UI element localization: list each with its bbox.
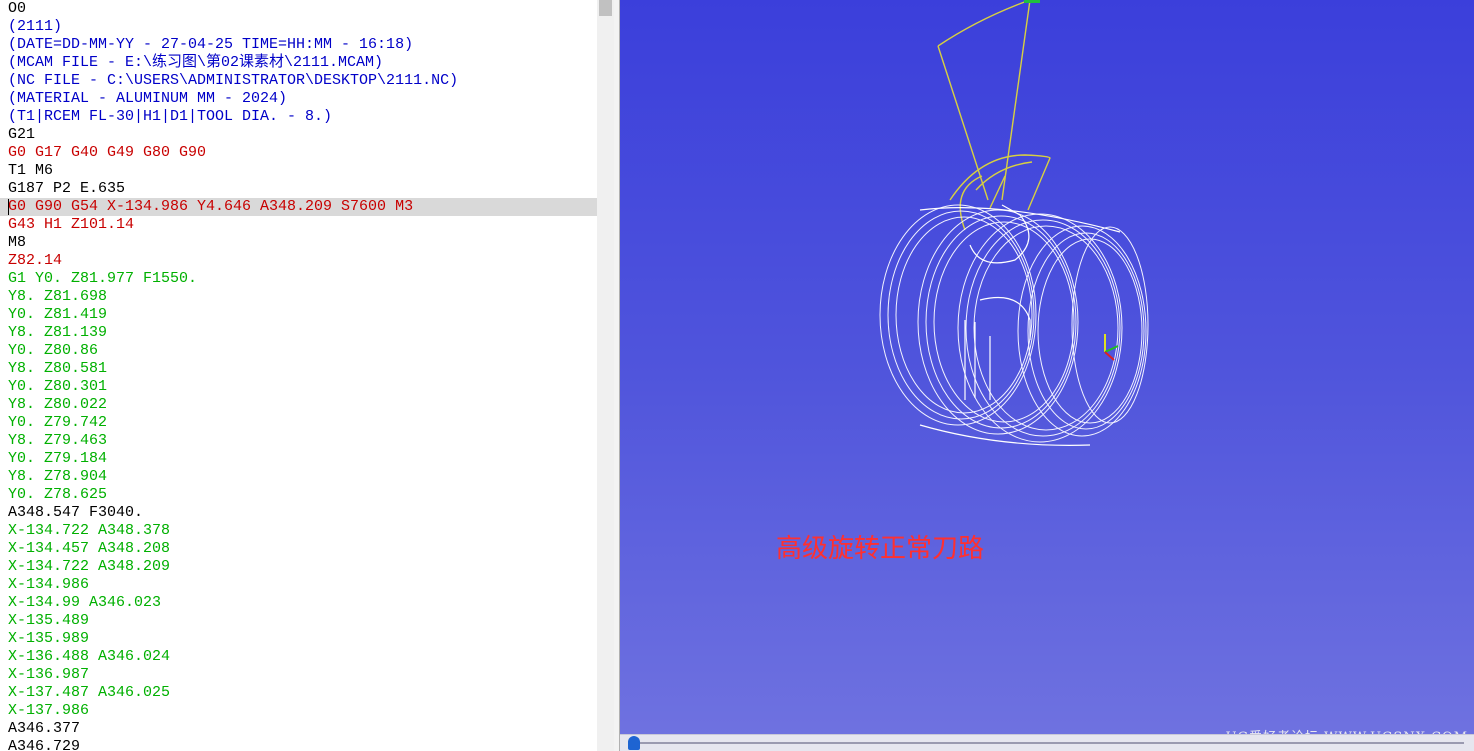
code-line[interactable]: X-136.987 [0, 666, 597, 684]
simulation-progress-slider[interactable] [620, 734, 1474, 751]
code-line[interactable]: G21 [0, 126, 597, 144]
code-line[interactable]: A346.729 [0, 738, 597, 751]
simulation-viewport[interactable]: 高级旋转正常刀路 UG爱好者论坛 WWW.UGSNX.COM [620, 0, 1474, 751]
code-line[interactable]: Y8. Z78.904 [0, 468, 597, 486]
code-line[interactable]: (T1|RCEM FL-30|H1|D1|TOOL DIA. - 8.) [0, 108, 597, 126]
toolpath-caption: 高级旋转正常刀路 [776, 534, 985, 564]
code-line-text: Y8. Z79.463 [8, 432, 108, 449]
editor-vertical-scrollbar[interactable] [597, 0, 614, 751]
code-line-text: O0 [8, 0, 27, 17]
code-line[interactable]: X-137.986 [0, 702, 597, 720]
code-line[interactable]: Y0. Z80.301 [0, 378, 597, 396]
code-line[interactable]: Y0. Z79.184 [0, 450, 597, 468]
code-line[interactable]: Y8. Z81.139 [0, 324, 597, 342]
code-line[interactable]: X-134.986 [0, 576, 597, 594]
code-line-text: M8 [8, 234, 27, 251]
toolpath-rings [879, 204, 1149, 443]
code-line-text: Y8. Z81.139 [8, 324, 108, 341]
toolpath-scene [879, 0, 1149, 446]
code-line-text: (T1|RCEM FL-30|H1|D1|TOOL DIA. - 8.) [8, 108, 333, 125]
tool-tip-marker [1024, 0, 1040, 3]
code-line[interactable]: X-137.487 A346.025 [0, 684, 597, 702]
code-line-text: A348.547 F3040. [8, 504, 144, 521]
code-line-text: Y0. Z80.86 [8, 342, 99, 359]
tool-holder-wireframe [937, 0, 1051, 231]
code-line-text: G0 G90 G54 X-134.986 Y4.646 A348.209 S76… [8, 198, 414, 215]
code-line-text: Y8. Z80.581 [8, 360, 108, 377]
code-line[interactable]: Y0. Z78.625 [0, 486, 597, 504]
code-line[interactable]: X-134.457 A348.208 [0, 540, 597, 558]
code-line[interactable]: M8 [0, 234, 597, 252]
code-line-text: G1 Y0. Z81.977 F1550. [8, 270, 198, 287]
code-line[interactable]: A348.547 F3040. [0, 504, 597, 522]
code-line-text: G43 H1 Z101.14 [8, 216, 135, 233]
code-line[interactable]: Y0. Z80.86 [0, 342, 597, 360]
code-line[interactable]: (MCAM FILE - E:\练习图\第02课素材\2111.MCAM) [0, 54, 597, 72]
code-line[interactable]: Y0. Z81.419 [0, 306, 597, 324]
code-line-text: Z82.14 [8, 252, 63, 269]
code-line[interactable]: (2111) [0, 18, 597, 36]
code-line[interactable]: Y0. Z79.742 [0, 414, 597, 432]
code-line[interactable]: X-134.99 A346.023 [0, 594, 597, 612]
code-line[interactable]: O0 [0, 0, 597, 18]
code-line-text: Y0. Z80.301 [8, 378, 108, 395]
code-line-text: Y0. Z81.419 [8, 306, 108, 323]
code-line-text: (DATE=DD-MM-YY - 27-04-25 TIME=HH:MM - 1… [8, 36, 414, 53]
code-line-text: X-134.722 A348.378 [8, 522, 171, 539]
slider-thumb[interactable] [628, 736, 640, 750]
slider-track [630, 742, 1464, 744]
nc-code-editor[interactable]: O0 (2111) (DATE=DD-MM-YY - 27-04-25 TIME=H… [0, 0, 597, 751]
code-line-current[interactable]: G0 G90 G54 X-134.986 Y4.646 A348.209 S76… [0, 198, 597, 216]
code-line[interactable]: G1 Y0. Z81.977 F1550. [0, 270, 597, 288]
code-line-text: Y0. Z79.742 [8, 414, 108, 431]
code-line-text: (MCAM FILE - E:\练习图\第02课素材\2111.MCAM) [8, 54, 384, 71]
code-line-text: X-135.489 [8, 612, 90, 629]
code-line[interactable]: X-134.722 A348.378 [0, 522, 597, 540]
code-line-text: X-137.487 A346.025 [8, 684, 171, 701]
code-line-text: (MATERIAL - ALUMINUM MM - 2024) [8, 90, 288, 107]
code-line-text: G21 [8, 126, 36, 143]
code-line-text: X-134.722 A348.209 [8, 558, 171, 575]
code-line[interactable]: Y8. Z79.463 [0, 432, 597, 450]
code-line[interactable]: G43 H1 Z101.14 [0, 216, 597, 234]
code-line-text: X-134.99 A346.023 [8, 594, 162, 611]
code-line-text: G0 G17 G40 G49 G80 G90 [8, 144, 207, 161]
code-line[interactable]: T1 M6 [0, 162, 597, 180]
code-line-text: Y0. Z79.184 [8, 450, 108, 467]
code-line-text: Y0. Z78.625 [8, 486, 108, 503]
code-line-text: X-137.986 [8, 702, 90, 719]
text-caret [8, 199, 9, 215]
code-line[interactable]: X-136.488 A346.024 [0, 648, 597, 666]
code-line-text: X-135.989 [8, 630, 90, 647]
code-line[interactable]: G187 P2 E.635 [0, 180, 597, 198]
code-line-text: X-134.457 A348.208 [8, 540, 171, 557]
code-line-text: X-136.488 A346.024 [8, 648, 171, 665]
code-line[interactable]: X-135.489 [0, 612, 597, 630]
scrollbar-thumb[interactable] [599, 0, 612, 16]
code-line[interactable]: Y8. Z80.022 [0, 396, 597, 414]
code-line[interactable]: X-134.722 A348.209 [0, 558, 597, 576]
code-line-text: (NC FILE - C:\USERS\ADMINISTRATOR\DESKTO… [8, 72, 459, 89]
code-line-text: Y8. Z78.904 [8, 468, 108, 485]
code-line-text: X-134.986 [8, 576, 90, 593]
code-line[interactable]: X-135.989 [0, 630, 597, 648]
axis-triad [1104, 334, 1119, 361]
code-line[interactable]: Y8. Z80.581 [0, 360, 597, 378]
code-line[interactable]: (MATERIAL - ALUMINUM MM - 2024) [0, 90, 597, 108]
code-line[interactable]: G0 G17 G40 G49 G80 G90 [0, 144, 597, 162]
code-line[interactable]: (NC FILE - C:\USERS\ADMINISTRATOR\DESKTO… [0, 72, 597, 90]
code-line-text: T1 M6 [8, 162, 54, 179]
code-line-text: X-136.987 [8, 666, 90, 683]
code-line-text: Y8. Z81.698 [8, 288, 108, 305]
axis-x-icon [1104, 351, 1115, 361]
code-line-text: A346.377 [8, 720, 81, 737]
code-line-text: Y8. Z80.022 [8, 396, 108, 413]
code-line[interactable]: (DATE=DD-MM-YY - 27-04-25 TIME=HH:MM - 1… [0, 36, 597, 54]
code-line-text: G187 P2 E.635 [8, 180, 126, 197]
code-line[interactable]: A346.377 [0, 720, 597, 738]
code-line-text: (2111) [8, 18, 63, 35]
code-line[interactable]: Z82.14 [0, 252, 597, 270]
code-line[interactable]: Y8. Z81.698 [0, 288, 597, 306]
code-line-text: A346.729 [8, 738, 81, 751]
